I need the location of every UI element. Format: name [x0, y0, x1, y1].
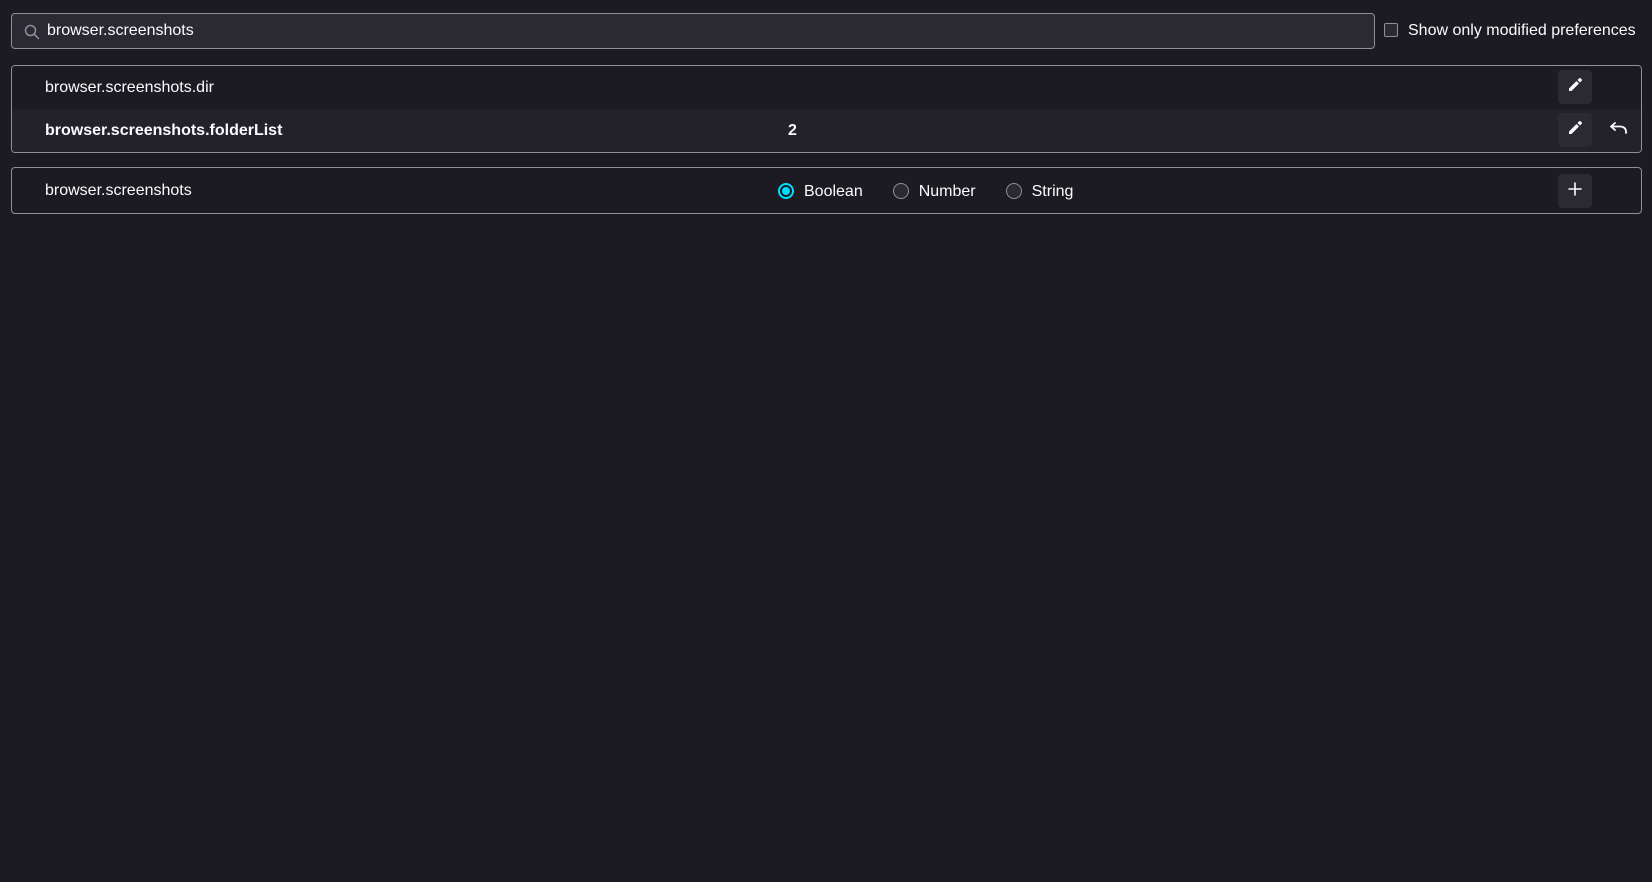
show-modified-label: Show only modified preferences	[1408, 22, 1636, 39]
add-button[interactable]	[1558, 174, 1592, 208]
pref-name: browser.screenshots.folderList	[45, 122, 283, 139]
type-option-string[interactable]: String	[1005, 181, 1074, 201]
pref-row: browser.screenshots.dir	[12, 66, 1641, 109]
preferences-table: browser.screenshots.dir browser.screensh…	[11, 65, 1642, 153]
radio-string[interactable]	[1005, 182, 1022, 199]
type-option-boolean[interactable]: Boolean	[778, 181, 863, 201]
toolbar: Show only modified preferences	[11, 13, 1642, 51]
radio-label: Number	[918, 182, 976, 200]
radio-number[interactable]	[892, 182, 909, 199]
radio-label: Boolean	[804, 182, 863, 200]
search-icon	[24, 24, 40, 40]
search-input[interactable]	[47, 14, 1347, 48]
pref-name: browser.screenshots.dir	[45, 79, 214, 96]
type-option-number[interactable]: Number	[892, 181, 976, 201]
edit-button[interactable]	[1558, 70, 1592, 104]
new-pref-name: browser.screenshots	[45, 182, 192, 199]
pref-value: 2	[788, 122, 797, 139]
radio-label: String	[1031, 182, 1074, 200]
reset-button[interactable]	[1602, 113, 1636, 147]
type-radio-group: Boolean Number String	[778, 168, 1103, 213]
edit-icon	[1567, 120, 1583, 141]
radio-boolean[interactable]	[778, 182, 794, 199]
add-preference-row: browser.screenshots Boolean Number Strin…	[11, 167, 1642, 214]
search-box[interactable]	[11, 13, 1375, 49]
pref-row: browser.screenshots.folderList 2	[12, 109, 1641, 152]
reset-icon	[1610, 120, 1628, 141]
plus-icon	[1568, 181, 1582, 201]
edit-icon	[1567, 77, 1583, 98]
show-modified-checkbox[interactable]	[1384, 23, 1398, 37]
edit-button[interactable]	[1558, 113, 1592, 147]
show-modified-toggle[interactable]: Show only modified preferences	[1384, 13, 1636, 49]
